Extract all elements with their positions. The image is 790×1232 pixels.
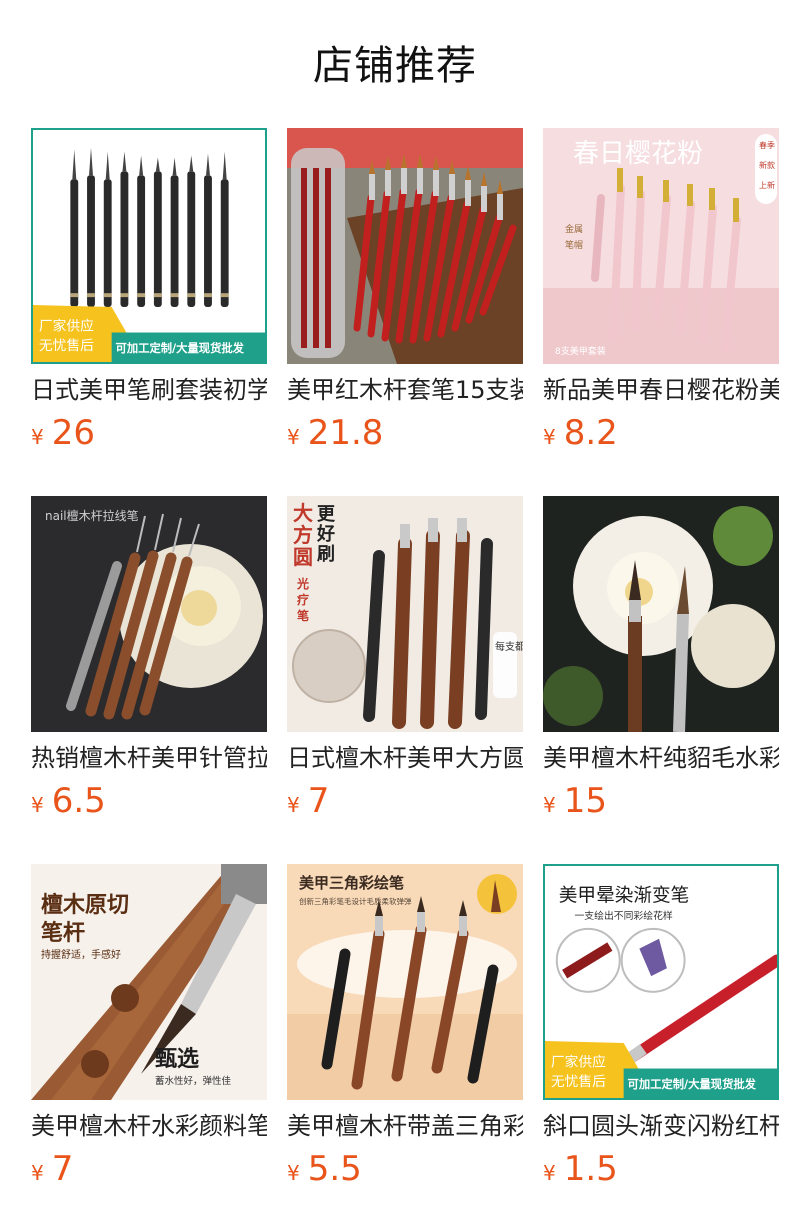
badge-service-text: 无忧售后 xyxy=(39,338,94,354)
product-image[interactable]: 春日樱花粉 春季 新款 上新 金属 笔帽 8支美甲套装 xyxy=(543,128,779,364)
product-image[interactable] xyxy=(543,496,779,732)
sub-char: 光 xyxy=(296,576,309,591)
product-price: ¥5.5 xyxy=(287,1146,362,1192)
liner-brush-illustration: nail檀木杆拉线笔 xyxy=(31,496,267,732)
sandalwood-brush-illustration: 檀木原切 笔杆 持握舒适，手感好 甄选 蓄水性好，弹性佳 xyxy=(31,864,267,1100)
image-caption: 8支美甲套装 xyxy=(555,345,606,357)
product-price: ¥26 xyxy=(31,410,95,456)
product-name[interactable]: 斜口圆头渐变闪粉红杆笔 xyxy=(543,1108,779,1144)
currency-symbol: ¥ xyxy=(543,793,556,817)
image-headline: 美甲晕染渐变笔 xyxy=(559,885,690,906)
headline-char: 大 xyxy=(293,501,313,525)
tag-metal: 金属 xyxy=(565,223,583,235)
product-card[interactable]: 美甲晕染渐变笔 一支绘出不同彩绘花样 厂家供应 无忧售后 可加工定制/大量现货批… xyxy=(543,864,779,1204)
gradient-brush-illustration: 美甲晕染渐变笔 一支绘出不同彩绘花样 厂家供应 无忧售后 可加工定制/大量现货批… xyxy=(545,866,777,1098)
image-headline: 春日樱花粉 xyxy=(573,139,703,169)
currency-symbol: ¥ xyxy=(543,1161,556,1185)
price-value: 5.5 xyxy=(307,1149,362,1189)
tag-new: 新款 xyxy=(759,160,775,170)
product-image[interactable] xyxy=(287,128,523,364)
product-card[interactable]: 美甲三角彩绘笔 创新三角彩笔毛设计毛质柔软弹弹 美甲檀木杆带盖三角彩 ¥ 5.5 xyxy=(287,864,523,1204)
currency-symbol: ¥ xyxy=(31,793,44,817)
price-value: 7 xyxy=(307,781,330,821)
product-image[interactable]: 厂家供应 无忧售后 可加工定制/大量现货批发 xyxy=(31,128,267,364)
watercolor-brush-illustration xyxy=(543,496,779,732)
image-headline: 美甲三角彩绘笔 xyxy=(299,874,404,892)
product-card[interactable]: 美甲檀木杆纯貂毛水彩笔 ¥15 xyxy=(543,496,779,836)
pink-brush-set-illustration: 春日樱花粉 春季 新款 上新 金属 笔帽 8支美甲套装 xyxy=(543,128,779,364)
tag-spring: 春季 xyxy=(759,140,775,150)
brush-set-illustration: 厂家供应 无忧售后 可加工定制/大量现货批发 xyxy=(33,130,265,362)
price-value: 21.8 xyxy=(307,413,384,453)
currency-symbol: ¥ xyxy=(543,425,556,449)
product-price: ¥1.5 xyxy=(543,1146,618,1192)
currency-symbol: ¥ xyxy=(287,1161,300,1185)
product-price: ¥15 xyxy=(543,778,607,824)
product-price: ¥7 xyxy=(31,1146,73,1192)
headline-char: 更 xyxy=(317,504,336,525)
image-tag: 每支都配笔帽 xyxy=(495,640,523,653)
image-sub: 持握舒适，手感好 xyxy=(41,948,121,961)
triangle-brush-illustration: 美甲三角彩绘笔 创新三角彩笔毛设计毛质柔软弹弹 xyxy=(287,864,523,1100)
product-card[interactable]: 大 方 圆 更 好 刷 光 疗 笔 每支都 日式檀木杆美甲大方圆 ¥ 7 xyxy=(287,496,523,836)
image-sub: 一支绘出不同彩绘花样 xyxy=(574,909,672,922)
headline-char: 好 xyxy=(316,523,335,545)
image-tag-sub: 蓄水性好，弹性佳 xyxy=(155,1075,232,1087)
product-price: ¥21.8 xyxy=(287,410,383,456)
product-name[interactable]: 新品美甲春日樱花粉美甲笔 xyxy=(543,372,779,408)
product-name[interactable]: 日式檀木杆美甲大方圆光疗笔 xyxy=(287,740,523,776)
price-value: 7 xyxy=(51,1149,74,1189)
product-image[interactable]: 美甲三角彩绘笔 创新三角彩笔毛设计毛质柔软弹弹 xyxy=(287,864,523,1100)
product-name[interactable]: 美甲檀木杆纯貂毛水彩笔 xyxy=(543,740,779,776)
product-image[interactable]: 檀木原切 笔杆 持握舒适，手感好 甄选 蓄水性好，弹性佳 xyxy=(31,864,267,1100)
price-value: 15 xyxy=(563,781,607,821)
badge-service-text: 无忧售后 xyxy=(551,1074,606,1090)
price-value: 1.5 xyxy=(563,1149,618,1189)
headline-char: 圆 xyxy=(293,545,313,569)
square-brush-illustration: 大 方 圆 更 好 刷 光 疗 笔 每支都 xyxy=(287,496,523,732)
headline-char: 刷 xyxy=(317,544,335,565)
product-name[interactable]: 日式美甲笔刷套装初学者 xyxy=(31,372,267,408)
red-brush-set-illustration xyxy=(287,128,523,364)
product-price: ¥8.2 xyxy=(543,410,618,456)
product-price: ¥6.5 xyxy=(31,778,106,824)
image-caption: nail檀木杆拉线笔 xyxy=(45,508,139,523)
tag-cap: 笔帽 xyxy=(565,239,583,251)
currency-symbol: ¥ xyxy=(287,425,300,449)
product-price: ¥7 xyxy=(287,778,329,824)
sub-char: 笔 xyxy=(297,608,309,623)
sub-char: 疗 xyxy=(297,592,309,607)
currency-symbol: ¥ xyxy=(31,1161,44,1185)
product-name[interactable]: 美甲红木杆套笔15支装 xyxy=(287,372,523,408)
price-value: 8.2 xyxy=(563,413,618,453)
currency-symbol: ¥ xyxy=(287,793,300,817)
badge-wholesale-text: 可加工定制/大量现货批发 xyxy=(628,1077,757,1091)
price-value: 6.5 xyxy=(51,781,106,821)
image-sub: 创新三角彩笔毛设计毛质柔软弹弹 xyxy=(299,896,412,906)
image-headline: 笔杆 xyxy=(41,920,85,946)
price-value: 26 xyxy=(51,413,95,453)
product-card[interactable]: 檀木原切 笔杆 持握舒适，手感好 甄选 蓄水性好，弹性佳 美甲檀木杆水彩颜料笔 … xyxy=(31,864,267,1204)
product-name[interactable]: 热销檀木杆美甲针管拉线笔 xyxy=(31,740,267,776)
headline-char: 方 xyxy=(293,523,313,547)
product-image[interactable]: 大 方 圆 更 好 刷 光 疗 笔 每支都 xyxy=(287,496,523,732)
product-image[interactable]: 美甲晕染渐变笔 一支绘出不同彩绘花样 厂家供应 无忧售后 可加工定制/大量现货批… xyxy=(543,864,779,1100)
product-grid: 厂家供应 无忧售后 可加工定制/大量现货批发 日式美甲笔刷套装初学者 ¥26 xyxy=(0,0,790,1232)
badge-wholesale-text: 可加工定制/大量现货批发 xyxy=(116,341,245,355)
image-headline: 檀木原切 xyxy=(41,892,129,918)
badge-supply-text: 厂家供应 xyxy=(551,1054,606,1071)
product-card[interactable]: 美甲红木杆套笔15支装 ¥21.8 xyxy=(287,128,523,468)
product-name[interactable]: 美甲檀木杆水彩颜料笔 xyxy=(31,1108,267,1144)
badge-supply-text: 厂家供应 xyxy=(39,318,94,335)
product-card[interactable]: 春日樱花粉 春季 新款 上新 金属 笔帽 8支美甲套装 新品美甲春日樱花粉美 ¥… xyxy=(543,128,779,468)
image-tag: 甄选 xyxy=(155,1047,199,1072)
product-card[interactable]: nail檀木杆拉线笔 热销檀木杆美甲针管拉线笔 ¥6.5 xyxy=(31,496,267,836)
tag-launch: 上新 xyxy=(759,180,775,190)
product-card[interactable]: 厂家供应 无忧售后 可加工定制/大量现货批发 日式美甲笔刷套装初学者 ¥26 xyxy=(31,128,267,468)
currency-symbol: ¥ xyxy=(31,425,44,449)
product-name[interactable]: 美甲檀木杆带盖三角彩绘笔 xyxy=(287,1108,523,1144)
product-image[interactable]: nail檀木杆拉线笔 xyxy=(31,496,267,732)
